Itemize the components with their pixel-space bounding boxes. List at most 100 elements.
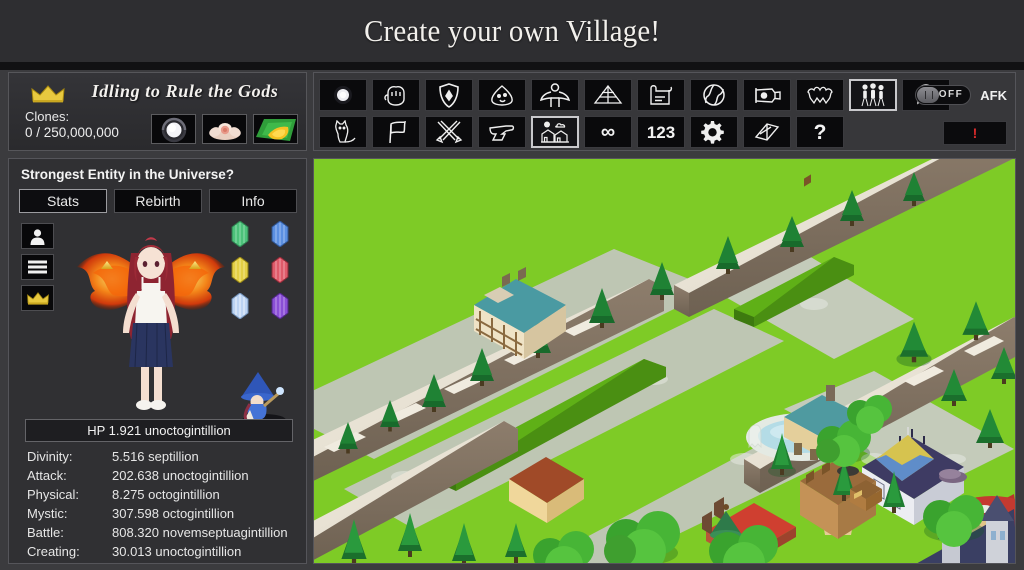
tab-spaceship[interactable] [743, 79, 791, 111]
gear-icon [701, 121, 724, 144]
gem-purple[interactable] [271, 293, 289, 319]
crown-icon [26, 291, 49, 305]
stat-key: Battle: [27, 525, 64, 540]
stat-row: Mystic: 307.598 octogintillion [17, 504, 301, 523]
afk-control: OFF AFK [915, 85, 1007, 105]
hamburger-icon [28, 260, 47, 274]
gold-icon [254, 115, 297, 143]
game-header-panel: Idling to Rule the Gods Clones: 0 / 250,… [8, 72, 307, 151]
spaceship-icon [755, 88, 781, 103]
alert-icon: ! [972, 125, 978, 141]
slime-icon [491, 85, 513, 106]
tab-fist[interactable] [372, 79, 420, 111]
stat-row: Attack: 202.638 unoctogintillion [17, 466, 301, 485]
clones-value: 0 / 250,000,000 [25, 125, 119, 140]
afk-label: AFK [980, 87, 1007, 103]
tab-book[interactable] [743, 116, 791, 148]
cat-icon [335, 120, 356, 143]
tab-anvil[interactable] [478, 116, 526, 148]
left-column: Idling to Rule the Gods Clones: 0 / 250,… [8, 72, 307, 564]
book-icon [754, 123, 780, 141]
banner: Create your own Village! [0, 0, 1024, 62]
tab-info[interactable]: Info [209, 189, 297, 213]
toolbar-row-2: ∞ 123 ? [319, 116, 844, 148]
afk-toggle-knob [917, 87, 940, 103]
bat-icon [807, 86, 833, 105]
tab-slime[interactable] [478, 79, 526, 111]
energy-orb-resource[interactable] [151, 114, 196, 144]
stat-value: 808.320 novemseptuagintillion [112, 525, 288, 540]
panel-tabs: Stats Rebirth Info [19, 189, 297, 213]
menu-button[interactable] [21, 254, 54, 280]
tab-body[interactable] [531, 79, 579, 111]
crown-icon [31, 85, 65, 103]
stat-row: Creating: 30.013 unoctogintillion [17, 542, 301, 561]
character-portrait[interactable] [61, 217, 241, 417]
stat-value: 5.516 septillion [112, 449, 199, 464]
orb-icon [152, 115, 195, 143]
tab-scroll[interactable] [637, 79, 685, 111]
stats-panel: Strongest Entity in the Universe? Stats … [8, 158, 307, 564]
planet-icon [703, 84, 725, 106]
village-viewport[interactable] [313, 158, 1016, 564]
stat-row: Physical: 8.275 octogintillion [17, 485, 301, 504]
stat-row: Divinity: 5.516 septillion [17, 447, 301, 466]
tab-shield[interactable] [425, 79, 473, 111]
flag-icon [389, 120, 407, 144]
gem-yellow[interactable] [231, 257, 249, 283]
tab-bat[interactable] [796, 79, 844, 111]
entity-title: Strongest Entity in the Universe? [21, 167, 235, 182]
toolbar-row-1 [319, 79, 950, 111]
stat-key: Attack: [27, 468, 67, 483]
gem-white[interactable] [231, 293, 249, 319]
swords-icon [435, 120, 463, 144]
game-window: Create your own Village! Idling to Rule … [0, 0, 1024, 570]
infinity-icon: ∞ [600, 121, 616, 143]
afk-toggle-state: OFF [938, 89, 964, 100]
gem-red[interactable] [271, 257, 289, 283]
body-icon [540, 83, 570, 107]
village-icon [541, 121, 569, 143]
stat-row: Battle: 808.320 novemseptuagintillion [17, 523, 301, 542]
tab-settings[interactable] [690, 116, 738, 148]
numbers-icon: 123 [646, 122, 676, 142]
tab-swords[interactable] [425, 116, 473, 148]
clones-icon [861, 83, 885, 107]
game-title: Idling to Rule the Gods [91, 81, 279, 101]
tab-orb[interactable] [319, 79, 367, 111]
gem-blue[interactable] [271, 221, 289, 247]
gem-green[interactable] [231, 221, 249, 247]
anvil-icon [489, 125, 515, 141]
pyramid-icon [593, 84, 623, 104]
flower-resource[interactable] [202, 114, 247, 144]
stat-list: Divinity: 5.516 septillion Attack: 202.6… [17, 447, 301, 561]
scroll-icon [650, 85, 673, 105]
tab-pyramid[interactable] [584, 79, 632, 111]
stat-value: 8.275 octogintillion [112, 487, 220, 502]
crown-button[interactable] [21, 285, 54, 311]
stat-key: Physical: [27, 487, 80, 502]
tab-rebirth[interactable]: Rebirth [114, 189, 202, 213]
afk-toggle[interactable]: OFF [915, 85, 972, 105]
tab-clones[interactable] [849, 79, 897, 111]
tab-numbers[interactable]: 123 [637, 116, 685, 148]
toolbar: ∞ 123 ? OFF AFK ! [313, 72, 1016, 151]
alert-indicator[interactable]: ! [943, 121, 1007, 145]
banner-title: Create your own Village! [363, 13, 661, 48]
tab-help[interactable]: ? [796, 116, 844, 148]
avatar-button[interactable] [21, 223, 54, 249]
right-column: ∞ 123 ? OFF AFK ! [313, 72, 1016, 564]
tab-infinity[interactable]: ∞ [584, 116, 632, 148]
tab-flag[interactable] [372, 116, 420, 148]
lotus-icon [203, 115, 246, 143]
gold-resource[interactable] [253, 114, 298, 144]
tab-planet[interactable] [690, 79, 738, 111]
gem-grid [226, 221, 294, 319]
stat-key: Mystic: [27, 506, 68, 521]
tab-cat[interactable] [319, 116, 367, 148]
tab-village[interactable] [531, 116, 579, 148]
orb-icon [334, 86, 352, 104]
tab-stats[interactable]: Stats [19, 189, 107, 213]
stat-value: 30.013 unoctogintillion [112, 544, 242, 559]
village-scene [314, 159, 1015, 563]
